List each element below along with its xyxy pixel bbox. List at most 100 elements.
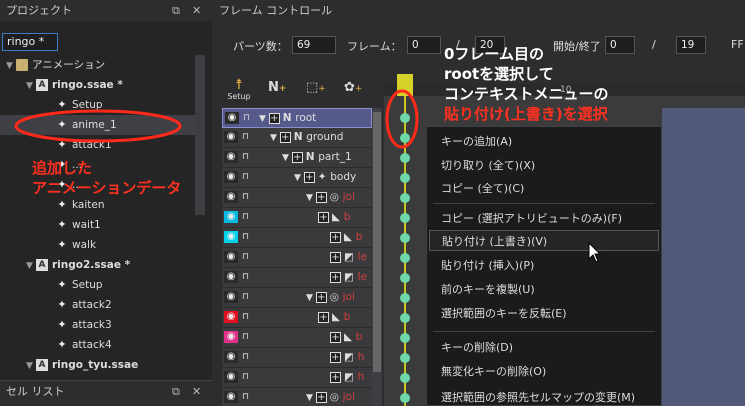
tree-item[interactable]: ▼ Aringo_tyu.ssae [0, 355, 200, 375]
collapse-icon[interactable]: ▼ [306, 293, 316, 303]
collapse-icon[interactable]: ▼ [306, 193, 316, 203]
keyframe-marker[interactable] [400, 293, 410, 303]
project-scrollbar[interactable] [195, 55, 205, 215]
part-row[interactable]: ◉ ⊓ + ◩ h [222, 368, 372, 388]
add-null-part-button[interactable]: N+ [268, 80, 286, 95]
lock-icon[interactable]: ⊓ [242, 271, 252, 283]
parts-scroll-thumb[interactable] [373, 112, 381, 372]
keyframe-marker[interactable] [400, 393, 410, 403]
expand-attributes-icon[interactable]: + [330, 351, 341, 363]
tree-item[interactable]: ✦ kaiten [0, 195, 200, 215]
expand-toggle-icon[interactable]: ▼ [26, 356, 36, 375]
keyframe-marker[interactable] [400, 333, 410, 343]
part-row[interactable]: ◉ ⊓ ▼ + N part_1 [222, 148, 372, 168]
expand-attributes-icon[interactable]: + [318, 211, 329, 223]
expand-attributes-icon[interactable]: + [330, 371, 341, 383]
frame-field[interactable]: 0 [407, 36, 441, 54]
context-menu-item[interactable]: 選択範囲の参照先セルマップの変更(M) [441, 389, 635, 405]
visibility-eye-icon[interactable]: ◉ [224, 331, 238, 343]
lock-icon[interactable]: ⊓ [243, 112, 253, 124]
visibility-eye-icon[interactable]: ◉ [224, 371, 238, 383]
collapse-icon[interactable]: ▼ [270, 133, 280, 143]
expand-toggle-icon[interactable]: ▼ [26, 256, 36, 276]
lock-icon[interactable]: ⊓ [242, 371, 252, 383]
part-row[interactable]: ◉ ⊓ + ◣ b [222, 208, 372, 228]
tree-item[interactable]: ▼ Aringo.ssae * [0, 75, 200, 95]
context-menu-item[interactable]: 無変化キーの削除(O) [441, 363, 546, 379]
expand-attributes-icon[interactable]: + [330, 231, 341, 243]
expand-attributes-icon[interactable]: + [315, 291, 327, 303]
float-icon[interactable]: ⧉ [172, 0, 180, 22]
project-search-input[interactable]: ringo * [2, 33, 58, 51]
keyframe-marker[interactable] [400, 173, 410, 183]
add-effect-button[interactable]: ✿+ [344, 80, 362, 95]
visibility-eye-icon[interactable]: ◉ [224, 131, 238, 143]
expand-attributes-icon[interactable]: + [291, 151, 303, 163]
lock-icon[interactable]: ⊓ [242, 291, 252, 303]
keyframe-marker[interactable] [400, 233, 410, 243]
lock-icon[interactable]: ⊓ [242, 171, 252, 183]
visibility-eye-icon[interactable]: ◉ [224, 231, 238, 243]
expand-attributes-icon[interactable]: + [279, 131, 291, 143]
part-row[interactable]: ◉ ⊓ ▼ + ◎ joi [222, 288, 372, 308]
visibility-eye-icon[interactable]: ◉ [224, 271, 238, 283]
tree-item[interactable]: ✦ attack3 [0, 315, 200, 335]
end-frame-field[interactable]: 19 [676, 36, 706, 54]
close-icon[interactable]: ✕ [192, 0, 201, 22]
add-part-button[interactable]: ⬚+ [306, 80, 326, 95]
tree-item[interactable]: ✦ attack4 [0, 335, 200, 355]
part-row[interactable]: ◉ ⊓ ▼ + ◎ joi [222, 188, 372, 208]
part-row[interactable]: ◉ ⊓ + ◩ h [222, 348, 372, 368]
lock-icon[interactable]: ⊓ [242, 151, 252, 163]
visibility-eye-icon[interactable]: ◉ [224, 211, 238, 223]
context-menu-item[interactable]: 選択範囲のキーを反転(E) [441, 305, 567, 321]
part-row[interactable]: ◉ ⊓ + ◩ le [222, 268, 372, 288]
expand-attributes-icon[interactable]: + [330, 331, 341, 343]
context-menu-item[interactable]: 貼り付け (上書き)(V) [429, 230, 659, 251]
setup-button[interactable]: ☨ Setup [226, 78, 252, 108]
part-row[interactable]: ◉ ⊓ + ◣ b [222, 308, 372, 328]
visibility-eye-icon[interactable]: ◉ [224, 251, 238, 263]
part-row[interactable]: ◉ ⊓ ▼ + ✦ body [222, 168, 372, 188]
collapse-icon[interactable]: ▼ [294, 173, 304, 183]
expand-attributes-icon[interactable]: + [330, 271, 341, 283]
collapse-icon[interactable]: ▼ [306, 393, 316, 403]
tree-item[interactable]: ✦ Setup [0, 275, 200, 295]
lock-icon[interactable]: ⊓ [242, 251, 252, 263]
part-row[interactable]: ◉ ⊓ ▼ + ◎ joi [222, 388, 372, 406]
tree-item[interactable]: ▼ アニメーション [0, 55, 200, 75]
collapse-icon[interactable]: ▼ [282, 153, 292, 163]
part-row[interactable]: ◉ ⊓ + ◩ le [222, 248, 372, 268]
visibility-eye-icon[interactable]: ◉ [224, 291, 238, 303]
lock-icon[interactable]: ⊓ [242, 191, 252, 203]
lock-icon[interactable]: ⊓ [242, 231, 252, 243]
keyframe-marker[interactable] [400, 153, 410, 163]
tree-item[interactable]: ✦... [0, 155, 200, 175]
tree-item[interactable]: ✦ walk [0, 235, 200, 255]
visibility-eye-icon[interactable]: ◉ [224, 191, 238, 203]
part-row[interactable]: ◉ ⊓ ▼ + N root [222, 108, 372, 128]
context-menu-item[interactable]: コピー (全て)(C) [441, 180, 524, 196]
visibility-eye-icon[interactable]: ◉ [224, 311, 238, 323]
part-row[interactable]: ◉ ⊓ + ◣ b [222, 328, 372, 348]
visibility-eye-icon[interactable]: ◉ [224, 151, 238, 163]
close-icon[interactable]: ✕ [192, 381, 201, 403]
lock-icon[interactable]: ⊓ [242, 391, 252, 403]
tree-item[interactable]: ✦ attack2 [0, 295, 200, 315]
keyframe-marker[interactable] [400, 213, 410, 223]
context-menu-item[interactable]: 前のキーを複製(U) [441, 281, 535, 297]
context-menu-item[interactable]: コピー (選択アトリビュートのみ)(F) [441, 210, 622, 226]
expand-attributes-icon[interactable]: + [315, 391, 327, 403]
keyframe-marker[interactable] [400, 353, 410, 363]
part-row[interactable]: ◉ ⊓ + ◣ b [222, 228, 372, 248]
expand-attributes-icon[interactable]: + [318, 311, 329, 323]
context-menu-item[interactable]: キーの削除(D) [441, 339, 513, 355]
expand-toggle-icon[interactable]: ▼ [6, 56, 16, 76]
expand-attributes-icon[interactable]: + [330, 251, 341, 263]
expand-attributes-icon[interactable]: + [315, 191, 327, 203]
tree-item[interactable]: ▼ Aringo2.ssae * [0, 255, 200, 275]
expand-toggle-icon[interactable]: ▼ [26, 76, 36, 96]
lock-icon[interactable]: ⊓ [242, 331, 252, 343]
visibility-eye-icon[interactable]: ◉ [224, 351, 238, 363]
lock-icon[interactable]: ⊓ [242, 351, 252, 363]
